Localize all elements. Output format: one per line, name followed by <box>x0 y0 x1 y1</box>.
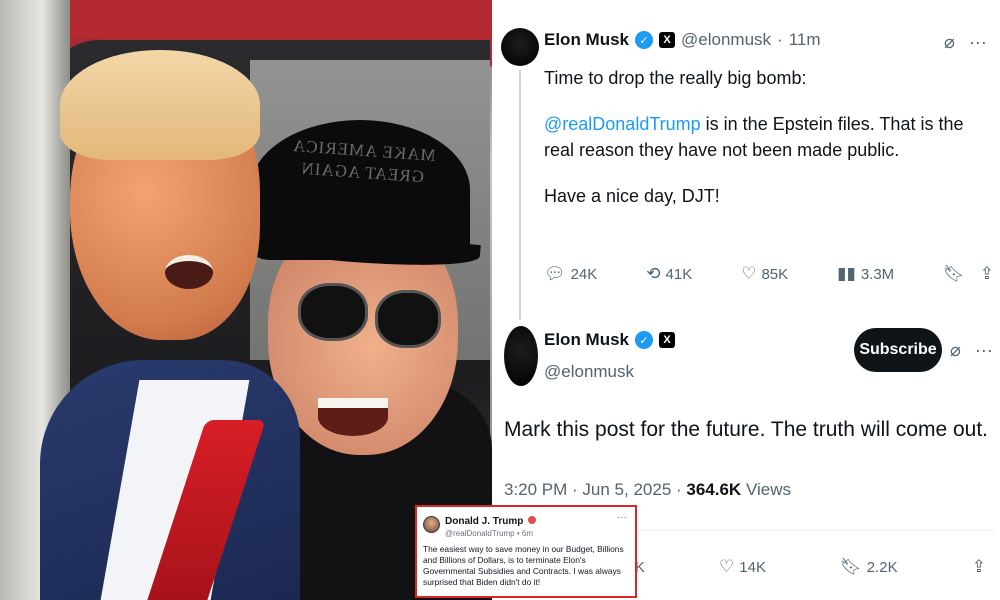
share-icon[interactable]: ⇪ <box>980 264 994 284</box>
views-label: Views <box>745 480 791 499</box>
bookmark-icon[interactable]: 🔖︎ <box>943 264 965 284</box>
author-name[interactable]: Donald J. Trump <box>445 516 523 527</box>
share-action[interactable]: ⇪ <box>972 557 986 577</box>
truth-social-post-inset: Donald J. Trump @realDonaldTrump • 6m ··… <box>415 505 637 598</box>
tweet1-line1: Time to drop the really big bomb: <box>544 68 807 88</box>
dot-separator: • <box>516 529 520 538</box>
post-time[interactable]: 3:20 PM <box>504 480 567 499</box>
author-handle[interactable]: @elonmusk <box>544 362 634 382</box>
repost-count: 41K <box>665 265 693 283</box>
trump-open-mouth <box>165 255 213 289</box>
verified-badge-icon <box>527 515 536 524</box>
tweet1-actions-top: ⌀ ··· <box>944 32 987 53</box>
author-handle[interactable]: @elonmusk <box>681 30 771 50</box>
views-icon: ▮▮ <box>837 264 856 283</box>
repost-icon: ⟲ <box>646 264 661 283</box>
truth-post-header: Donald J. Trump @realDonaldTrump • 6m <box>423 511 629 538</box>
views-count: 364.6K <box>686 480 742 499</box>
post-date[interactable]: Jun 5, 2025 <box>582 480 671 499</box>
tweet1-metrics: 💬︎ 24K ⟲ 41K ♡ 85K ▮▮ 3.3M 🔖︎ ⇪ <box>544 264 994 284</box>
tweet2-header: Elon Musk ✓ X <box>544 330 676 350</box>
author-handle-line: @realDonaldTrump • 6m <box>445 529 536 538</box>
thread-connector-line <box>519 70 521 320</box>
verified-badge-icon: ✓ <box>635 31 654 49</box>
heart-icon: ♡ <box>719 557 735 576</box>
repost-action[interactable]: ⟲ 41K <box>646 264 692 284</box>
like-count: 85K <box>761 265 789 283</box>
more-icon[interactable]: ··· <box>969 32 987 53</box>
author-name[interactable]: Elon Musk <box>544 30 629 50</box>
trump-hair <box>60 50 260 160</box>
x-affiliate-badge-icon: X <box>659 32 676 48</box>
heart-icon: ♡ <box>741 264 757 283</box>
mention-link[interactable]: @realDonaldTrump <box>544 114 701 134</box>
tweet2-actions-top: ⌀ ··· <box>950 340 993 361</box>
like-action[interactable]: ♡ 85K <box>741 264 788 284</box>
sunglasses-right-lens <box>375 290 441 348</box>
x-affiliate-badge-icon: X <box>659 332 676 348</box>
more-icon[interactable]: ··· <box>975 340 993 361</box>
tweet2-body: Mark this post for the future. The truth… <box>504 418 988 441</box>
reply-icon: 💬︎ <box>544 264 566 283</box>
more-icon[interactable]: ··· <box>617 512 627 523</box>
author-handle[interactable]: @realDonaldTrump <box>445 529 515 538</box>
trump-avatar[interactable] <box>423 516 440 533</box>
views-action[interactable]: ▮▮ 3.3M <box>837 264 894 284</box>
tweet1-line3: Have a nice day, DJT! <box>544 186 720 206</box>
tweet1-body: Time to drop the really big bomb: @realD… <box>544 65 984 229</box>
tweet1-header: Elon Musk ✓ X @elonmusk · 11m <box>544 30 821 50</box>
elon-avatar-2[interactable] <box>504 326 538 386</box>
musk-smile <box>318 398 388 436</box>
subscribe-button[interactable]: Subscribe <box>854 328 942 372</box>
like-count: 14K <box>739 558 766 576</box>
bookmark-icon: 🔖︎ <box>840 557 862 576</box>
grok-icon[interactable]: ⌀ <box>944 32 955 53</box>
post-time[interactable]: 6m <box>522 529 533 538</box>
tweet2-meta: 3:20 PM · Jun 5, 2025 · 364.6K Views <box>504 480 791 499</box>
views-count: 3.3M <box>860 265 895 283</box>
post-time[interactable]: 11m <box>789 30 821 50</box>
verified-badge-icon: ✓ <box>635 331 654 349</box>
grok-icon[interactable]: ⌀ <box>950 340 961 361</box>
bookmark-count: 2.2K <box>866 558 898 576</box>
elon-avatar-1[interactable] <box>501 28 539 66</box>
dot-separator: · <box>777 30 783 49</box>
author-name[interactable]: Elon Musk <box>544 330 629 350</box>
share-icon: ⇪ <box>971 557 986 576</box>
reply-action[interactable]: 💬︎ 24K <box>544 264 597 284</box>
sunglasses-left-lens <box>298 283 368 341</box>
tweet1-line2: @realDonaldTrump is in the Epstein files… <box>544 111 984 163</box>
reply-count: 24K <box>570 265 598 283</box>
bookmark-share-group: 🔖︎ ⇪ <box>943 264 994 284</box>
bookmark-action[interactable]: 🔖︎ 2.2K <box>840 557 897 577</box>
like-action[interactable]: ♡ 14K <box>719 557 766 577</box>
truth-post-body: The easiest way to save money in our Bud… <box>423 544 624 587</box>
